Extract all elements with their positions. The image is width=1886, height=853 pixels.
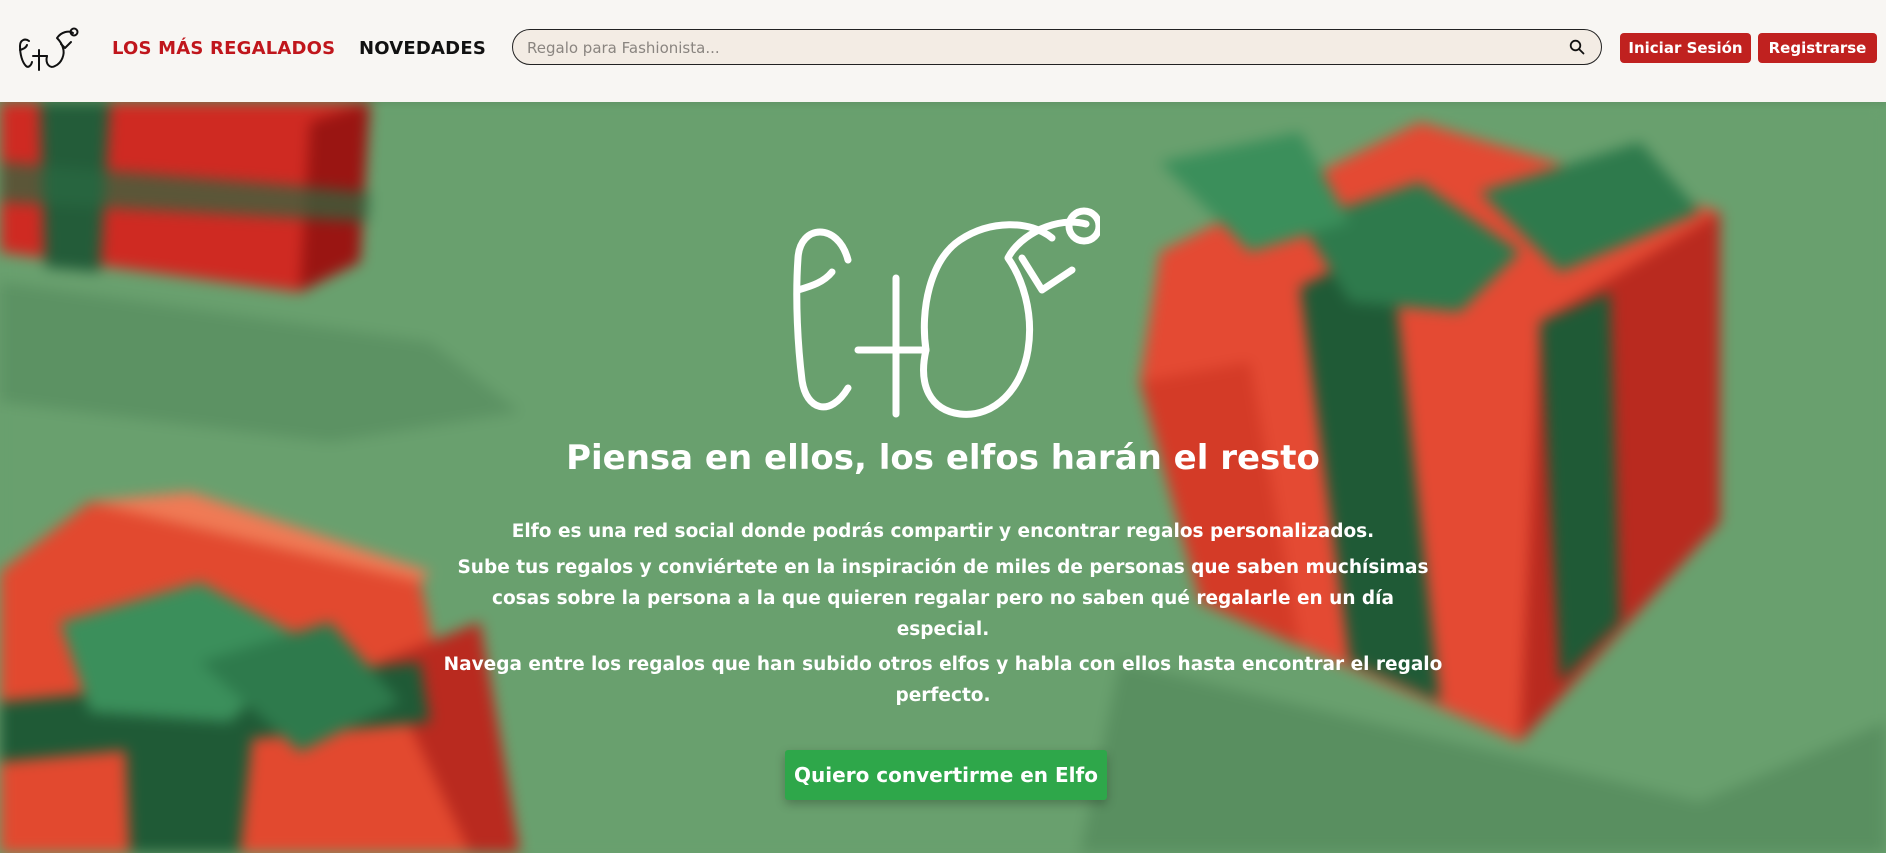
elfo-logo-large [793,207,1100,418]
nav-most-gifted[interactable]: LOS MÁS REGALADOS [112,38,335,59]
become-elf-button[interactable]: Quiero convertirme en Elfo [785,750,1107,800]
nav-new-items[interactable]: NOVEDADES [359,38,486,59]
top-navbar: LOS MÁS REGALADOS NOVEDADES Iniciar Sesi… [0,0,1886,102]
register-button[interactable]: Registrarse [1758,33,1877,63]
hero-title: Piensa en ellos, los elfos harán el rest… [566,438,1320,478]
elfo-logo[interactable] [17,24,79,72]
search-icon[interactable] [1569,39,1585,55]
hero-paragraph: Elfo es una red social donde podrás comp… [511,521,1375,542]
search-input[interactable] [525,30,1559,65]
hero-content: Piensa en ellos, los elfos harán el rest… [0,102,1886,853]
login-button[interactable]: Iniciar Sesión [1620,33,1751,63]
hero-paragraph: Sube tus regalos y conviértete en la ins… [457,557,1429,640]
search-bar [512,29,1602,65]
hero-paragraph: Navega entre los regalos que han subido … [443,654,1443,706]
hero-section: Piensa en ellos, los elfos harán el rest… [0,102,1886,853]
